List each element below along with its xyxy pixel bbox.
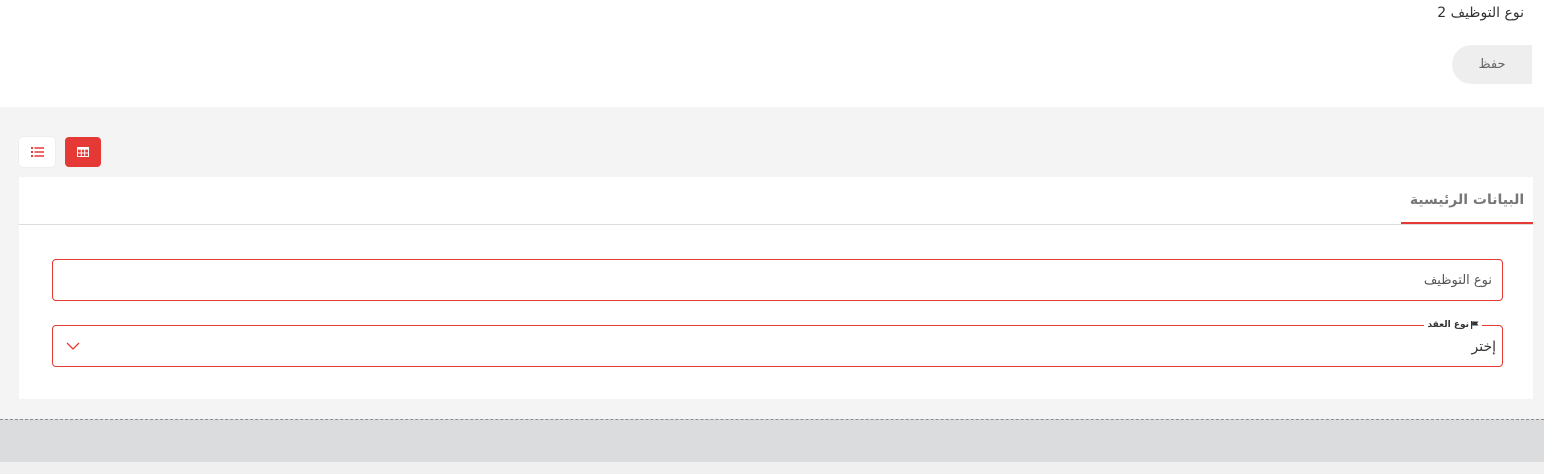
grid-table-icon (77, 147, 89, 157)
list-view-button[interactable] (19, 137, 55, 167)
list-icon (30, 147, 44, 157)
work-area: البيانات الرئيسية نوع العقد إختر (0, 107, 1544, 419)
form-card: البيانات الرئيسية نوع العقد إختر (19, 177, 1533, 399)
bottom-bar (0, 419, 1544, 462)
contract-type-select[interactable]: نوع العقد إختر (52, 319, 1503, 367)
save-button[interactable]: حفظ (1452, 45, 1532, 84)
bottom-strip (0, 462, 1544, 474)
contract-type-label-text: نوع العقد (1427, 320, 1469, 330)
grid-view-button[interactable] (65, 137, 101, 167)
chevron-down-icon (66, 342, 80, 350)
page-title: نوع التوظيف 2 (1437, 5, 1524, 21)
tab-bar: البيانات الرئيسية (19, 177, 1533, 225)
page: نوع التوظيف 2 حفظ البيانات الرئيسية نوع … (0, 0, 1544, 474)
contract-type-value: إختر (1471, 339, 1497, 355)
employment-type-input[interactable] (53, 260, 1502, 300)
employment-type-field (52, 259, 1503, 301)
tab-main-data[interactable]: البيانات الرئيسية (1401, 177, 1533, 224)
